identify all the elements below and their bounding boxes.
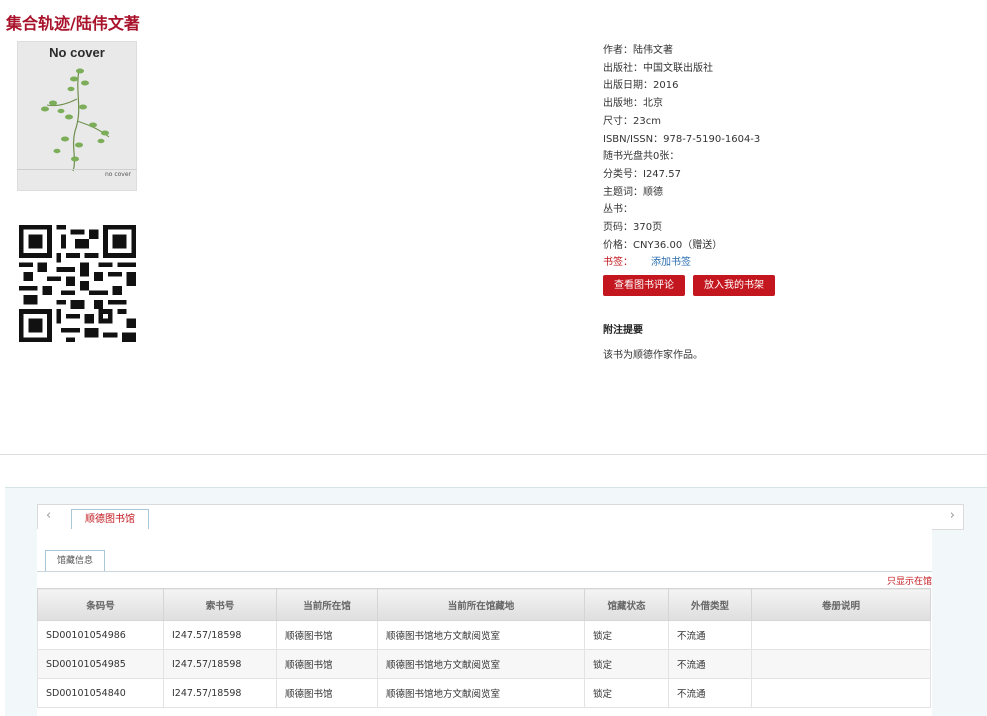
tab-shunde-library[interactable]: 顺德图书馆 [71, 509, 149, 530]
cell-barcode: SD00101054986 [37, 620, 164, 650]
tab-scroll-left-icon[interactable]: ‹ [46, 508, 51, 523]
meta-publish-date: 出版日期：2016 [603, 80, 679, 92]
tab-scroll-right-icon[interactable]: › [950, 508, 955, 523]
cell-volume-note [751, 620, 931, 650]
tab-holdings-info[interactable]: 馆藏信息 [45, 550, 105, 571]
only-available-link[interactable]: 只显示在馆 [887, 574, 932, 587]
cell-library: 顺德图书馆 [276, 620, 378, 650]
cell-location: 顺德图书馆地方文献阅览室 [377, 678, 585, 708]
plant-illustration-icon [41, 68, 110, 172]
action-buttons: 查看图书评论 放入我的书架 [603, 275, 775, 296]
cell-status: 锁定 [584, 649, 669, 679]
table-header-row: 条码号 索书号 当前所在馆 当前所在馆藏地 馆藏状态 外借类型 卷册说明 [37, 588, 931, 621]
cell-barcode: SD00101054840 [37, 678, 164, 708]
column-header-library[interactable]: 当前所在馆 [276, 588, 378, 621]
cover-divider [17, 169, 137, 170]
meta-price: 价格：CNY36.00（赠送） [603, 239, 723, 251]
add-bookmark-link[interactable]: 添加书签 [651, 257, 691, 268]
cell-call-number: I247.57/18598 [163, 649, 277, 679]
cover-sublabel: no cover [104, 171, 131, 178]
column-header-loan-type[interactable]: 外借类型 [668, 588, 752, 621]
cell-library: 顺德图书馆 [276, 649, 378, 679]
column-header-volume-note[interactable]: 卷册说明 [751, 588, 931, 621]
meta-pages: 页码：370页 [603, 222, 663, 234]
column-header-call-number[interactable]: 索书号 [163, 588, 277, 621]
cell-call-number: I247.57/18598 [163, 678, 277, 708]
qr-code-icon [19, 225, 136, 342]
cell-barcode: SD00101054985 [37, 649, 164, 679]
add-to-shelf-button[interactable]: 放入我的书架 [693, 275, 775, 296]
cell-library: 顺德图书馆 [276, 678, 378, 708]
column-header-barcode[interactable]: 条码号 [37, 588, 164, 621]
table-row[interactable]: SD00101054985 I247.57/18598 顺德图书馆 顺德图书馆地… [37, 649, 931, 679]
library-tabbar: ‹ 顺德图书馆 › [37, 504, 964, 530]
holdings-panel: ‹ 顺德图书馆 › 馆藏信息 只显示在馆 条码号 索书号 当前所在馆 当前所在馆… [5, 487, 987, 716]
bookmark-label: 书签： [603, 257, 633, 269]
meta-series: 丛书： [603, 204, 633, 216]
meta-publisher: 出版社：中国文联出版社 [603, 62, 713, 74]
column-header-status[interactable]: 馆藏状态 [584, 588, 669, 621]
table-row[interactable]: SD00101054986 I247.57/18598 顺德图书馆 顺德图书馆地… [37, 620, 931, 650]
meta-subject: 主题词：顺德 [603, 186, 663, 198]
cell-loan-type: 不流通 [668, 678, 752, 708]
note-heading: 附注提要 [603, 325, 643, 336]
subtab-divider [37, 571, 932, 572]
meta-classification: 分类号：I247.57 [603, 168, 681, 180]
cell-loan-type: 不流通 [668, 620, 752, 650]
table-row[interactable]: SD00101054840 I247.57/18598 顺德图书馆 顺德图书馆地… [37, 678, 931, 708]
meta-publish-place: 出版地：北京 [603, 98, 663, 110]
book-cover-image: No cover no cover [17, 41, 137, 191]
book-metadata: 作者：陆伟文著 出版社：中国文联出版社 出版日期：2016 出版地：北京 尺寸：… [603, 42, 760, 272]
section-divider [0, 454, 987, 455]
holdings-table: 条码号 索书号 当前所在馆 当前所在馆藏地 馆藏状态 外借类型 卷册说明 SD0… [37, 588, 931, 708]
view-reviews-button[interactable]: 查看图书评论 [603, 275, 685, 296]
cell-loan-type: 不流通 [668, 649, 752, 679]
cell-status: 锁定 [584, 678, 669, 708]
meta-size: 尺寸：23cm [603, 115, 661, 127]
meta-cd: 随书光盘共0张： [603, 151, 680, 163]
column-header-location[interactable]: 当前所在馆藏地 [377, 588, 585, 621]
note-text: 该书为顺德作家作品。 [603, 350, 703, 361]
cover-label: No cover [49, 45, 105, 60]
cell-location: 顺德图书馆地方文献阅览室 [377, 620, 585, 650]
cell-volume-note [751, 649, 931, 679]
cell-location: 顺德图书馆地方文献阅览室 [377, 649, 585, 679]
cell-status: 锁定 [584, 620, 669, 650]
holdings-content: 馆藏信息 只显示在馆 条码号 索书号 当前所在馆 当前所在馆藏地 馆藏状态 外借… [37, 529, 932, 716]
meta-author: 作者：陆伟文著 [603, 45, 673, 56]
page-title: 集合轨迹/陆伟文著 [6, 14, 140, 33]
bookmark-row: 书签： 添加书签 [603, 254, 760, 272]
cell-call-number: I247.57/18598 [163, 620, 277, 650]
cell-volume-note [751, 678, 931, 708]
meta-isbn: ISBN/ISSN：978-7-5190-1604-3 [603, 133, 761, 145]
